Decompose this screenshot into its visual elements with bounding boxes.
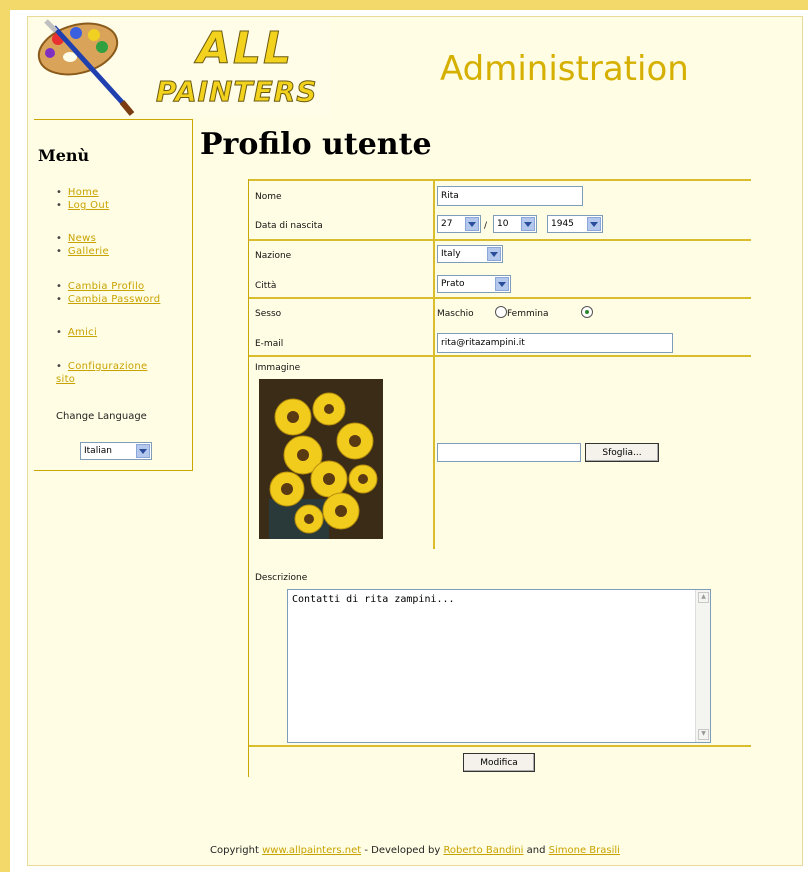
month-select[interactable]: 10 [493,215,537,233]
nome-label: Nome [255,192,282,202]
year-select-value: 1945 [551,219,574,229]
footer-author-2-link[interactable]: Simone Brasili [549,845,620,856]
menu-link-home[interactable]: Home [68,187,99,198]
footer: Copyright www.allpainters.net - Develope… [28,845,802,856]
menu-item-gallerie: Gallerie [56,245,109,258]
row-divider [249,745,751,747]
menu-link-configurazione[interactable]: Configurazione sito [56,361,147,385]
scroll-up-icon[interactable]: ▲ [698,592,709,603]
email-input[interactable]: rita@ritazampini.it [437,333,673,353]
profile-form: Nome Rita Data di nascita 27 / 10 1945 N… [248,179,751,777]
menu-group-content: News Gallerie [56,232,109,258]
file-path-input[interactable] [437,443,581,462]
section-title: Administration [440,49,689,89]
site-logo[interactable]: ALL PAINTERS [32,19,330,117]
radio-maschio[interactable] [495,306,507,318]
citta-select[interactable]: Prato [437,275,511,293]
chevron-down-icon [465,217,479,231]
menu-group-profile: Cambia Profilo Cambia Password [56,280,160,306]
sesso-label: Sesso [255,309,282,319]
chevron-down-icon [487,247,501,261]
chevron-down-icon [521,217,535,231]
row-divider [249,297,751,299]
modifica-button[interactable]: Modifica [463,753,535,772]
menu-item-configurazione: Configurazione sito [56,360,166,386]
sidebar-menu: Menù Home Log Out News Gallerie Cambia P… [34,119,193,471]
radio-selected-dot [585,310,589,314]
textarea-scrollbar[interactable]: ▲ ▼ [695,590,710,742]
menu-item-home: Home [56,186,109,199]
page-title: Profilo utente [200,127,432,162]
menu-group-friends: Amici [56,326,97,339]
nazione-select[interactable]: Italy [437,245,503,263]
menu-item-cambia-profilo: Cambia Profilo [56,280,160,293]
footer-site-link[interactable]: www.allpainters.net [262,845,361,856]
descrizione-text: Contatti di rita zampini... [292,594,455,605]
nazione-label: Nazione [255,251,292,261]
nome-input[interactable]: Rita [437,186,583,206]
chevron-down-icon [495,277,509,291]
sesso-femmina-label: Femmina [507,309,549,319]
menu-item-news: News [56,232,109,245]
menu-item-logout: Log Out [56,199,109,212]
menu-link-cambia-profilo[interactable]: Cambia Profilo [68,281,145,292]
menu-item-amici: Amici [56,326,97,339]
descrizione-textarea[interactable]: Contatti di rita zampini... ▲ ▼ [287,589,711,743]
footer-copyright: Copyright [210,845,259,856]
logo-text-painters: PAINTERS [155,75,318,109]
row-divider [249,355,751,357]
sesso-maschio-label: Maschio [437,309,474,319]
year-select[interactable]: 1945 [547,215,603,233]
menu-group-config: Configurazione sito [56,360,166,386]
menu-link-gallerie[interactable]: Gallerie [68,246,109,257]
citta-label: Città [255,281,277,291]
chevron-down-icon [587,217,601,231]
menu-link-logout[interactable]: Log Out [68,200,109,211]
scroll-down-icon[interactable]: ▼ [698,729,709,740]
menu-title: Menù [38,146,90,165]
email-label: E-mail [255,339,284,349]
footer-developed-by: - Developed by [361,845,444,856]
month-select-value: 10 [497,219,509,229]
page-container: ALL PAINTERS Administration Menù Home Lo… [27,16,803,866]
language-select[interactable]: Italian [80,442,152,460]
immagine-label: Immagine [255,363,301,373]
footer-author-1-link[interactable]: Roberto Bandini [443,845,523,856]
browse-button[interactable]: Sfoglia... [585,443,659,462]
language-label: Change Language [56,411,147,422]
menu-link-amici[interactable]: Amici [68,327,97,338]
header: ALL PAINTERS Administration [32,19,798,119]
profile-image [259,379,383,539]
chevron-down-icon [136,444,150,458]
menu-group-main: Home Log Out [56,186,109,212]
sunflowers-image [259,379,383,539]
menu-link-cambia-password[interactable]: Cambia Password [68,294,161,305]
day-select-value: 27 [441,219,453,229]
menu-item-cambia-password: Cambia Password [56,293,160,306]
language-select-value: Italian [84,446,112,456]
day-select[interactable]: 27 [437,215,481,233]
descrizione-label: Descrizione [255,573,308,583]
column-divider [433,179,435,549]
nazione-select-value: Italy [441,249,461,259]
nascita-label: Data di nascita [255,221,323,231]
date-separator: / [484,221,488,231]
logo-text-all: ALL [196,23,294,75]
radio-femmina[interactable] [581,306,593,318]
row-divider [249,239,751,241]
footer-and: and [523,845,549,856]
citta-select-value: Prato [441,279,465,289]
row-divider [249,179,751,181]
menu-link-news[interactable]: News [68,233,96,244]
